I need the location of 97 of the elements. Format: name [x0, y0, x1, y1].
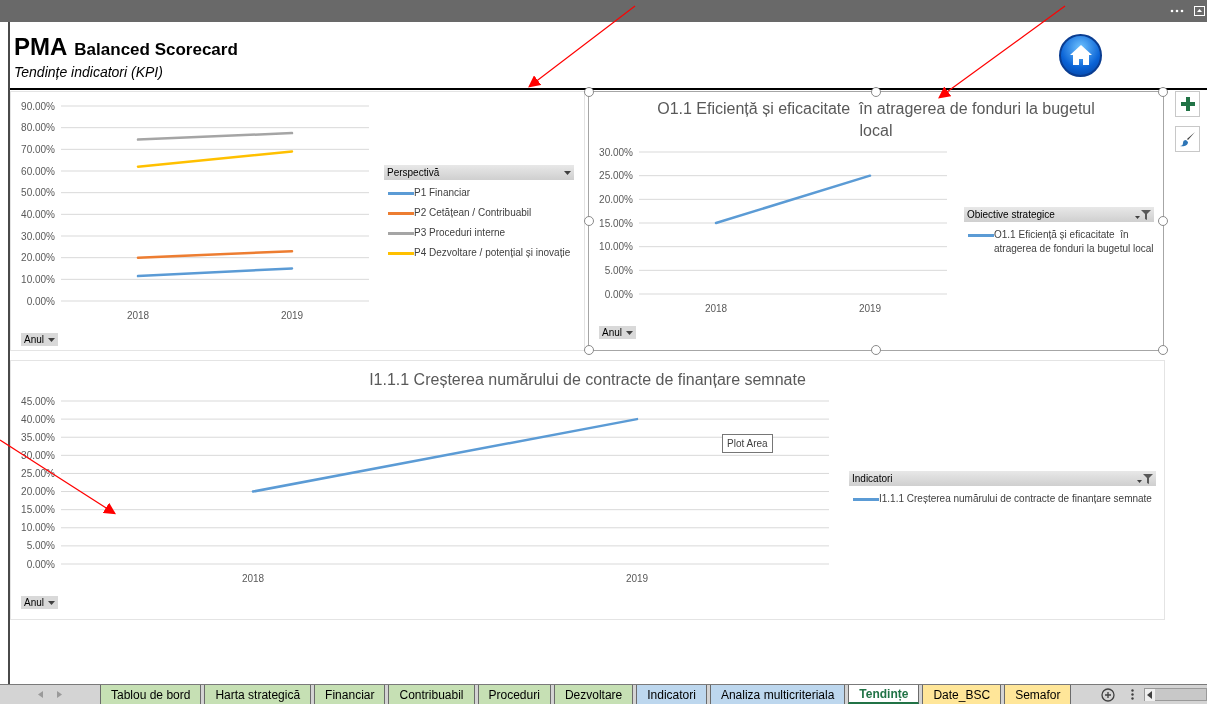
tick-label: 30.00%	[599, 146, 633, 158]
legend-field-button[interactable]: Indicatori	[849, 471, 1156, 486]
tick-label: 80.00%	[21, 122, 55, 134]
tick-label: 15.00%	[21, 504, 55, 516]
chart-panel[interactable]: 0.00% 10.00% 20.00% 30.00% 40.00% 50.00% 60.00% 70.00% 80.00% 90.00% 2018 2019 Perspectivă P1 Financiar P2 Cetățean / Contribuabil P3 Proceduri interne P4 Dezvoltare / potențial și inovație Anul	[10, 91, 585, 351]
category-label: 2018	[704, 303, 728, 314]
chart-styles-button[interactable]	[1175, 126, 1200, 152]
tick-label: 20.00%	[599, 193, 633, 205]
legend-title: Indicatori	[852, 472, 893, 486]
tick-label: 25.00%	[21, 467, 55, 479]
tick-label: 0.00%	[26, 558, 55, 570]
resize-handle[interactable]	[1158, 216, 1168, 226]
resize-handle[interactable]	[584, 345, 594, 355]
caret-icon	[626, 330, 633, 335]
add-sheet-icon[interactable]	[1101, 687, 1116, 702]
resize-handle[interactable]	[1158, 87, 1168, 97]
legend-field-button[interactable]: Perspectivă	[384, 165, 574, 180]
brush-icon	[1179, 131, 1196, 147]
sheet-tab[interactable]: Tendințe	[848, 685, 920, 704]
tick-label: 30.00%	[21, 230, 55, 242]
legend-line	[388, 212, 414, 215]
sheet-tab[interactable]: Harta strategică	[204, 685, 312, 704]
window-icon[interactable]	[1194, 6, 1205, 16]
resize-handle[interactable]	[871, 345, 881, 355]
legend-line	[968, 234, 994, 237]
sheet-tab[interactable]: Indicatori	[636, 685, 707, 704]
more-vertical-icon[interactable]	[1131, 689, 1135, 700]
legend-line	[388, 232, 414, 235]
tick-label: 5.00%	[604, 264, 633, 276]
tick-label: 40.00%	[21, 413, 55, 425]
filter-icon	[1135, 209, 1151, 220]
tick-label: 0.00%	[604, 288, 633, 300]
tick-label: 60.00%	[21, 165, 55, 177]
legend-title: Perspectivă	[387, 166, 440, 180]
tick-label: 10.00%	[21, 273, 55, 285]
legend-title: Obiective strategice	[967, 208, 1055, 222]
sheet-tab[interactable]: Tablou de bord	[100, 685, 202, 704]
tick-label: 20.00%	[21, 252, 55, 264]
category-label: 2019	[858, 303, 882, 314]
field-button[interactable]: Anul	[599, 326, 636, 339]
add-chart-element-button[interactable]	[1175, 91, 1200, 117]
tick-label: 20.00%	[21, 486, 55, 498]
field-button[interactable]: Anul	[21, 596, 58, 609]
sheet-tab[interactable]: Date_BSC	[922, 685, 1002, 704]
home-button[interactable]	[1059, 33, 1102, 77]
chart-title: O1.1 Eficiență și eficacitate în atragerea de fonduri la bugetul local	[656, 99, 1096, 141]
tick-label: 50.00%	[21, 187, 55, 199]
app-subtitle: Balanced Scorecard	[74, 38, 238, 61]
category-label: 2019	[280, 310, 304, 321]
tick-label: 10.00%	[599, 241, 633, 253]
legend-label: P4 Dezvoltare / potențial și inovație	[414, 246, 571, 260]
legend-line	[853, 498, 879, 501]
plus-icon	[1180, 97, 1195, 111]
horizontal-scrollbar[interactable]	[1144, 688, 1207, 701]
tick-label: 45.00%	[21, 395, 55, 407]
sheet-tab[interactable]: Semafor	[1004, 685, 1072, 704]
category-label: 2018	[126, 310, 150, 321]
legend-label: I1.1.1 Creșterea numărului de contracte de finanțare semnate	[879, 492, 1152, 506]
tooltip: Plot Area	[722, 434, 773, 453]
app-title: PMA	[14, 32, 68, 61]
caret-icon	[564, 170, 571, 175]
page-subtitle: Tendințe indicatori (KPI)	[14, 63, 164, 83]
category-label: 2019	[625, 573, 649, 584]
field-button[interactable]: Anul	[21, 333, 58, 346]
scroll-left-arrow-icon[interactable]	[1145, 688, 1156, 701]
sheet-tab[interactable]: Analiza multicriteriala	[709, 685, 846, 704]
tick-label: 10.00%	[21, 522, 55, 534]
tick-label: 0.00%	[26, 295, 55, 307]
legend-line	[388, 192, 414, 195]
caret-icon	[48, 337, 55, 342]
sheet-tab[interactable]: Contribuabil	[388, 685, 475, 704]
resize-handle[interactable]	[584, 216, 594, 226]
more-icon[interactable]	[1170, 9, 1184, 13]
sheet-tab[interactable]: Dezvoltare	[553, 685, 634, 704]
resize-handle[interactable]	[871, 87, 881, 97]
category-label: 2018	[241, 573, 265, 584]
sheet-tab[interactable]: Proceduri	[477, 685, 551, 704]
tick-label: 40.00%	[21, 208, 55, 220]
tick-label: 70.00%	[21, 143, 55, 155]
chart-title: I1.1.1 Creșterea numărului de contracte de finanțare semnate	[368, 370, 807, 390]
legend-field-button[interactable]: Obiective strategice	[964, 207, 1154, 222]
tick-label: 35.00%	[21, 431, 55, 443]
resize-handle[interactable]	[1158, 345, 1168, 355]
caret-icon	[48, 600, 55, 605]
resize-handle[interactable]	[584, 87, 594, 97]
legend-label: O1.1 Eficiență și eficacitate în atragerea de fonduri la bugetul local	[994, 228, 1154, 256]
legend-label: P2 Cetățean / Contribuabil	[414, 206, 532, 220]
tick-label: 90.00%	[21, 100, 55, 112]
filter-icon	[1137, 473, 1153, 484]
tick-label: 5.00%	[26, 540, 55, 552]
legend-line	[388, 252, 414, 255]
sheet-tab[interactable]: Financiar	[314, 685, 386, 704]
legend-label: P3 Proceduri interne	[414, 226, 506, 240]
home-icon	[1068, 44, 1093, 66]
tick-label: 15.00%	[599, 217, 633, 229]
legend-label: P1 Financiar	[414, 186, 471, 200]
tick-label: 25.00%	[599, 170, 633, 182]
